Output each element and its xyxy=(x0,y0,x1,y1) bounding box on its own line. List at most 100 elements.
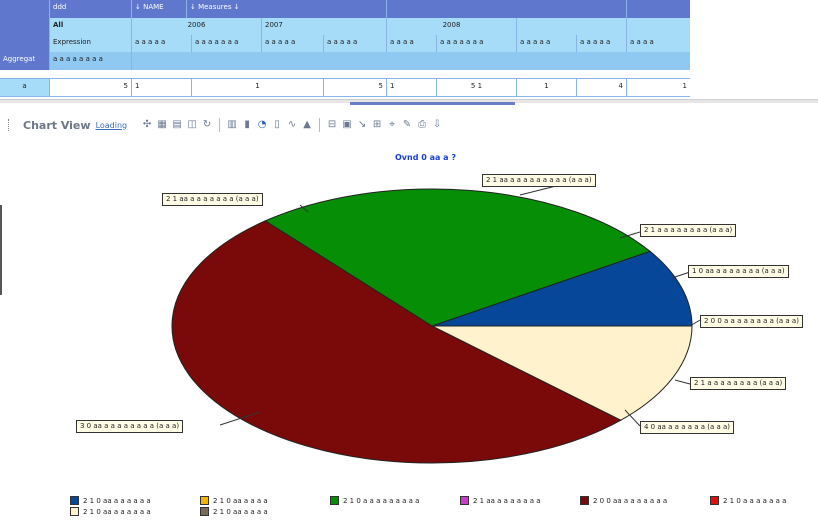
line-chart-icon[interactable]: ∿ xyxy=(286,118,298,130)
legend-label: 2 1 aa a a a a a a a xyxy=(473,496,541,505)
legend-swatch xyxy=(200,507,209,516)
legend-item[interactable]: 2 1 0 aa a a a a xyxy=(200,507,268,516)
year-cell xyxy=(627,18,690,35)
value-cell: 1 xyxy=(517,79,577,96)
series-icon[interactable]: ⊞ xyxy=(371,118,383,130)
callout-label: 2 1 a a a a a a a a (a a a) xyxy=(640,224,737,237)
legend-item[interactable]: 2 1 0 aa a a a a a a xyxy=(70,496,151,505)
dimension-name[interactable]: ↓ NAME xyxy=(132,0,187,18)
print-icon[interactable]: ⎙ xyxy=(416,118,428,130)
legend-swatch xyxy=(330,496,339,505)
chart-view-link[interactable]: Loading xyxy=(96,121,128,130)
year-2009[interactable] xyxy=(517,18,627,35)
legend-item[interactable]: 2 1 0 a a a a a a a xyxy=(710,496,786,505)
value-cell: 5 xyxy=(50,79,132,96)
header-cell xyxy=(387,0,627,18)
legend-item[interactable]: 2 1 aa a a a a a a a xyxy=(460,496,541,505)
legend-label: 2 1 0 aa a a a a a a xyxy=(83,496,151,505)
measure-cell: a a a a a xyxy=(132,35,192,52)
year-2007[interactable]: 2007 xyxy=(262,18,387,35)
leader-line xyxy=(624,409,641,427)
toolbar-grip-icon[interactable] xyxy=(8,119,17,131)
callout-label: 4 0 aa a a a a a a (a a a) xyxy=(640,421,735,434)
legend-label: 2 1 0 aa a a a a a a xyxy=(83,507,151,516)
grid-icon[interactable]: ▦ xyxy=(156,118,168,130)
stacked-bar-icon[interactable]: ▯ xyxy=(271,118,283,130)
pointer-icon[interactable]: ✣ xyxy=(141,118,153,130)
pie-slice[interactable] xyxy=(264,188,651,327)
zoom-icon[interactable]: ⌖ xyxy=(386,118,398,130)
legend-item[interactable]: 2 0 0 aa a a a a a a a xyxy=(580,496,667,505)
legend-label: 2 1 0 aa a a a a xyxy=(213,496,268,505)
splitter-handle[interactable] xyxy=(350,102,515,105)
callout-label: 1 0 aa a a a a a a a (a a a) xyxy=(688,265,789,278)
measure-cell: a a a a xyxy=(630,38,654,46)
legend-label: 2 1 0 aa a a a a xyxy=(213,507,268,516)
left-edge-marker xyxy=(0,205,2,295)
pivot-corner xyxy=(0,18,50,35)
value-cell: 1 xyxy=(387,79,437,96)
callout-label: 2 1 aa a a a a a a a (a a a) xyxy=(162,193,263,206)
export-icon[interactable]: ⇩ xyxy=(431,118,443,130)
measure-cell: a a a a a xyxy=(324,35,387,52)
callout-label: 2 1 a a a a a a a a (a a a) xyxy=(690,377,787,390)
header-cell xyxy=(627,0,690,18)
all-label[interactable]: All xyxy=(50,18,132,35)
columns-icon[interactable]: ▥ xyxy=(226,118,238,130)
pie-slice[interactable] xyxy=(431,250,693,327)
leader-line xyxy=(219,411,261,426)
pie-slice[interactable] xyxy=(171,220,622,464)
value-cell: 5 1 xyxy=(437,79,517,96)
legend-label: 2 1 0 a a a a a a a xyxy=(723,496,787,505)
value-cell: 1 xyxy=(682,82,687,90)
chart-view-title: Chart View xyxy=(23,118,91,132)
chart-options-icon[interactable]: ⊟ xyxy=(326,118,338,130)
legend-swatch xyxy=(460,496,469,505)
measure-cell: a a a a a xyxy=(262,35,324,52)
dimension-label[interactable]: ddd xyxy=(50,0,132,18)
pivot-corner xyxy=(0,35,50,52)
legend-item[interactable]: 2 1 0 a a a a a a a a a xyxy=(330,496,419,505)
legend-label: 2 1 0 a a a a a a a a a xyxy=(343,496,420,505)
pie-chart-icon[interactable]: ◔ xyxy=(256,118,268,130)
legend-swatch xyxy=(580,496,589,505)
edit-icon[interactable]: ✎ xyxy=(401,118,413,130)
leader-line xyxy=(299,204,309,213)
aggregate-label[interactable]: Aggregat xyxy=(0,52,50,70)
row-label[interactable]: a xyxy=(0,79,50,96)
toolbar-icons: ✣ ▦ ▤ ◫ ↻ ▥ ▮ ◔ ▯ ∿ ▲ ⊟ ▣ ↘ ⊞ ⌖ ✎ ⎙ ⇩ xyxy=(141,118,443,132)
toolbar-divider xyxy=(319,118,321,132)
year-row: All 2006 2007 2008 xyxy=(0,18,690,35)
measures-header[interactable]: ↓ Measures ↓ xyxy=(187,0,387,18)
callout-label: 2 1 aa a a a a a a a a a (a a a) xyxy=(482,174,596,187)
legend-swatch xyxy=(70,507,79,516)
chart-type-icon[interactable]: ▣ xyxy=(341,118,353,130)
refresh-icon[interactable]: ↻ xyxy=(201,118,213,130)
legend-swatch xyxy=(70,496,79,505)
table-dropdown-icon[interactable]: ▤ xyxy=(171,118,183,130)
callout-label: 3 0 aa a a a a a a a a (a a a) xyxy=(76,420,184,433)
data-row: a 5 1 1 5 1 5 1 1 4 1 xyxy=(0,78,690,97)
leader-line xyxy=(689,319,701,327)
aggregate-expression: a a a a a a a a xyxy=(50,52,132,70)
legend-swatch xyxy=(710,496,719,505)
legend-item[interactable]: 2 1 0 aa a a a a a a xyxy=(70,507,151,516)
year-2006[interactable]: 2006 xyxy=(132,18,262,35)
measure-cell: a a a a a a a xyxy=(192,35,262,52)
year-2008[interactable]: 2008 xyxy=(387,18,517,35)
leader-line xyxy=(619,231,641,239)
aggregate-row: Aggregat a a a a a a a a xyxy=(0,52,690,70)
trend-icon[interactable]: ↘ xyxy=(356,118,368,130)
legend-item[interactable]: 2 1 0 aa a a a a xyxy=(200,496,268,505)
pie-slice[interactable] xyxy=(431,325,693,421)
value-cell: 5 xyxy=(324,79,387,96)
legend-swatch xyxy=(200,496,209,505)
expression-label: Expression xyxy=(50,35,132,52)
bar-chart-icon[interactable]: ▮ xyxy=(241,118,253,130)
chart-title: Ovnd 0 aa a ? xyxy=(395,153,456,162)
area-chart-icon[interactable]: ▲ xyxy=(301,118,313,130)
legend-label: 2 0 0 aa a a a a a a a xyxy=(593,496,668,505)
aggregate-fill xyxy=(132,52,690,70)
measure-cell: a a a a a xyxy=(577,35,627,52)
layout-icon[interactable]: ◫ xyxy=(186,118,198,130)
